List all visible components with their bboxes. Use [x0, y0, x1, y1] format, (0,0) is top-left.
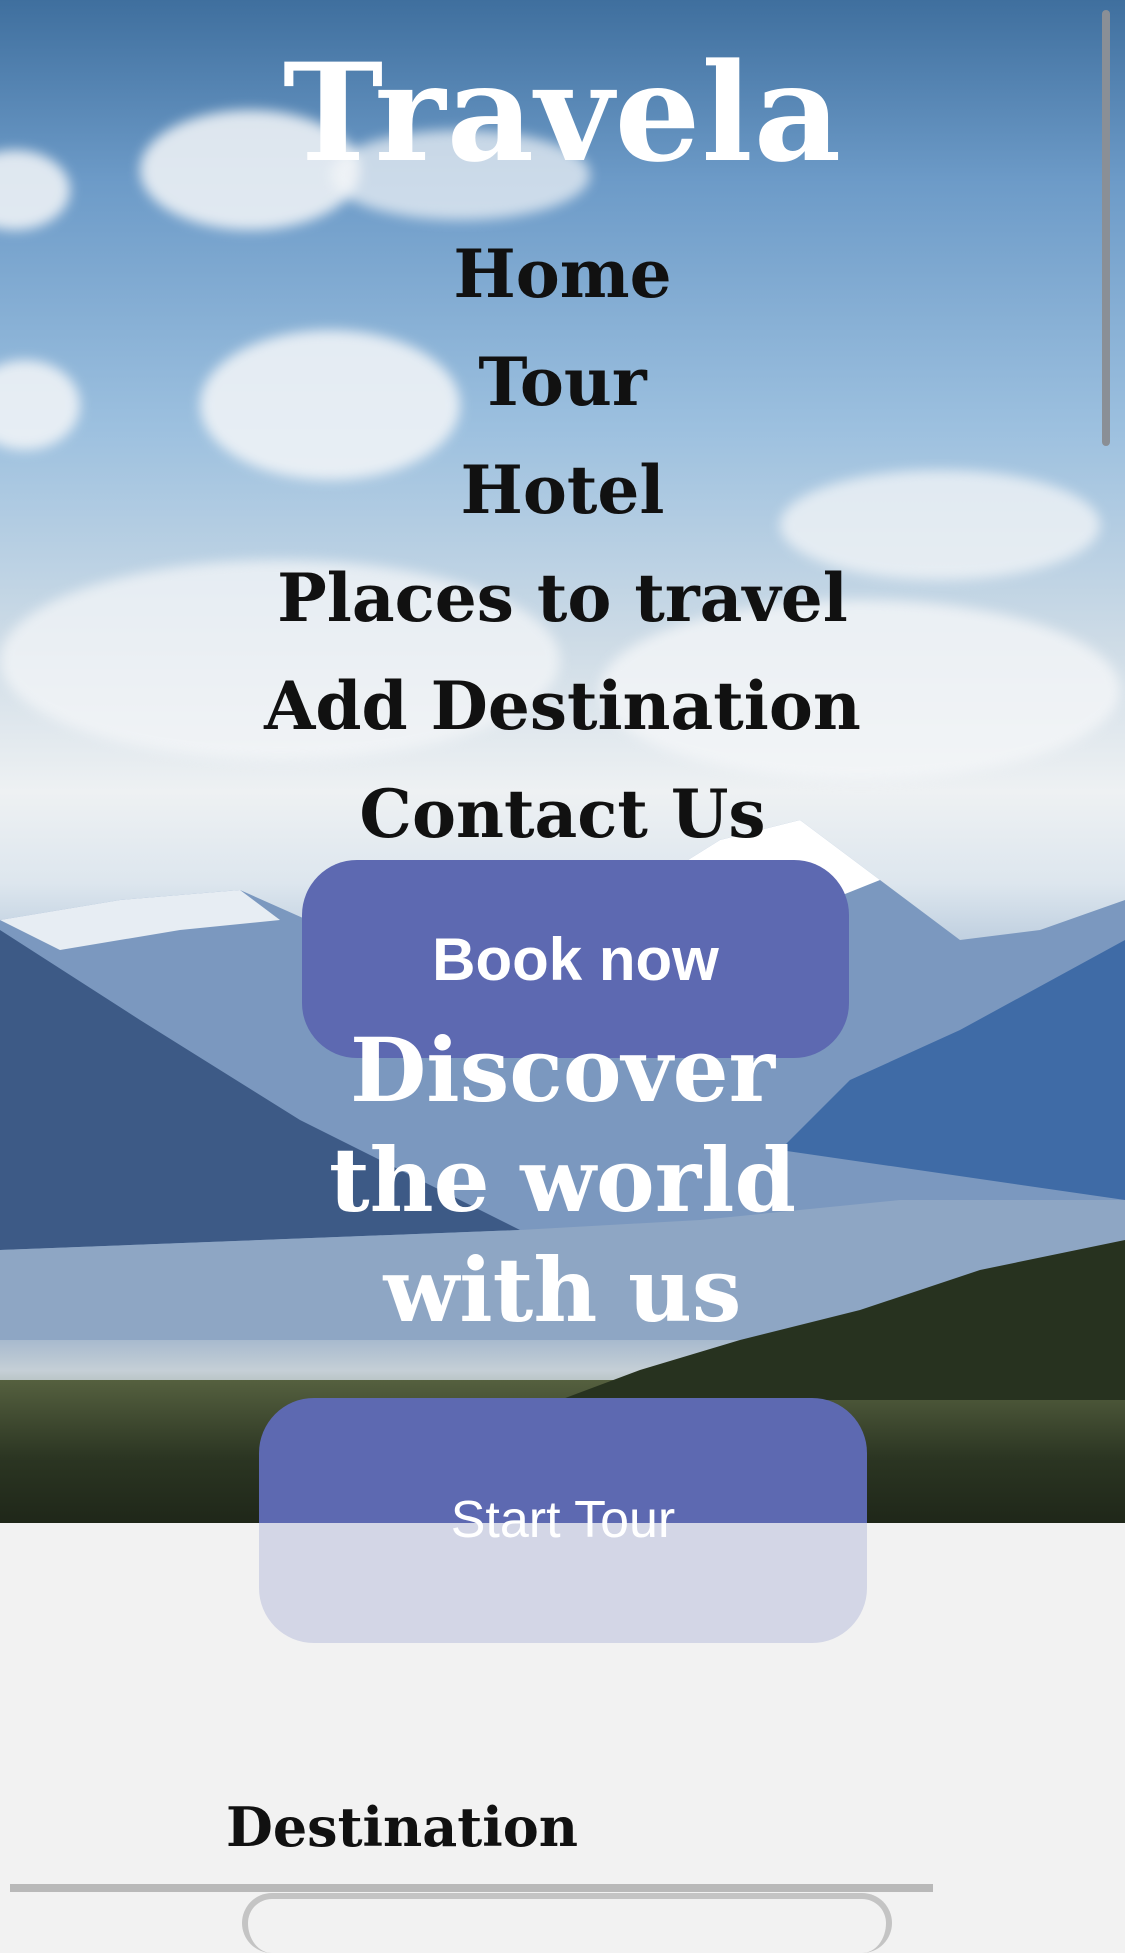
nav-item-add-destination[interactable]: Add Destination [0, 652, 1125, 760]
site-logo[interactable]: Travela [0, 40, 1125, 185]
section-divider [10, 1884, 933, 1892]
headline-line: the world [328, 1128, 797, 1232]
nav-item-contact-us[interactable]: Contact Us [0, 760, 1125, 868]
nav-item-home[interactable]: Home [0, 220, 1125, 328]
headline-line: with us [383, 1238, 742, 1342]
headline-line: Discover [349, 1018, 776, 1122]
destination-card[interactable] [242, 1893, 892, 1953]
hero-headline: Discover the world with us [0, 1015, 1125, 1345]
nav-item-tour[interactable]: Tour [0, 328, 1125, 436]
start-tour-label: Start Tour [450, 1491, 676, 1549]
section-title-destination: Destination [226, 1795, 579, 1859]
nav-item-places-to-travel[interactable]: Places to travel [0, 544, 1125, 652]
main-nav: Home Tour Hotel Places to travel Add Des… [0, 220, 1125, 868]
nav-item-hotel[interactable]: Hotel [0, 436, 1125, 544]
start-tour-button[interactable]: Start Tour [259, 1398, 867, 1643]
